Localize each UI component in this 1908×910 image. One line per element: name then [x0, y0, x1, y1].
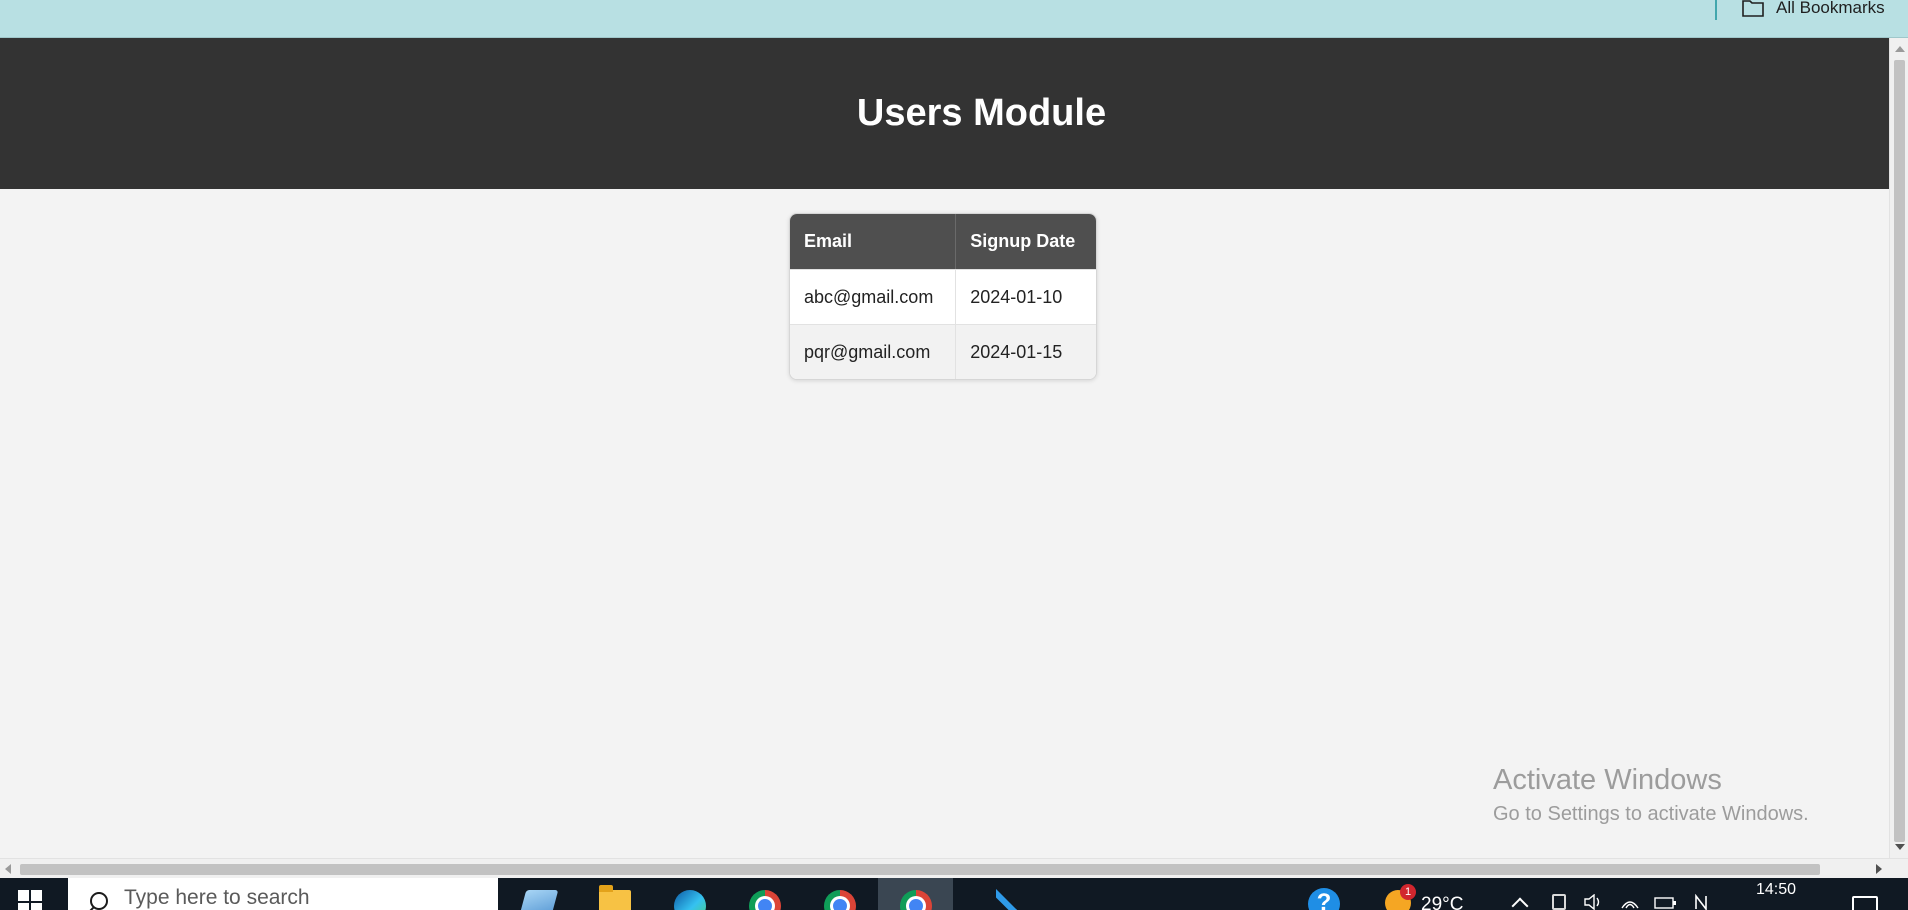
windows-logo-pane: [31, 903, 42, 910]
windows-logo-icon: [18, 890, 29, 901]
notification-center-icon[interactable]: [1852, 896, 1878, 910]
taskbar-search-box[interactable]: Type here to search: [68, 878, 498, 910]
keyboard-language-icon: [1695, 893, 1707, 910]
weather-alert-badge: 1: [1400, 884, 1416, 900]
weather-temperature: 29°C: [1421, 894, 1464, 910]
weather-widget[interactable]: 1 29°C: [1383, 882, 1463, 910]
taskbar-app-notepad[interactable]: [500, 878, 575, 910]
taskbar-search-placeholder: Type here to search: [124, 886, 310, 909]
file-explorer-icon: [599, 885, 631, 910]
table-header-row: Email Signup Date: [790, 214, 1096, 269]
scroll-left-icon[interactable]: [5, 864, 11, 874]
scroll-right-icon[interactable]: [1876, 864, 1882, 874]
weather-icon: 1: [1383, 884, 1416, 910]
horizontal-scrollbar[interactable]: [0, 858, 1908, 878]
cell-email: pqr@gmail.com: [790, 324, 956, 379]
cell-email: abc@gmail.com: [790, 269, 956, 324]
table-row: abc@gmail.com 2024-01-10: [790, 269, 1096, 324]
windows-start-button[interactable]: [18, 890, 44, 910]
page-viewport: Users Module Email Signup Date abc@gmail…: [0, 38, 1889, 858]
scroll-down-icon[interactable]: [1895, 844, 1905, 850]
wifi-icon[interactable]: [1620, 894, 1640, 910]
battery-icon[interactable]: [1654, 894, 1678, 910]
input-language-icon[interactable]: [1694, 893, 1714, 910]
chrome-icon: [900, 890, 932, 910]
show-hidden-icons-chevron-icon[interactable]: [1511, 897, 1529, 910]
vertical-scrollbar[interactable]: [1889, 38, 1908, 858]
taskbar-app-chrome-2[interactable]: [802, 878, 877, 910]
taskbar-app-vscode[interactable]: [953, 878, 1028, 910]
network-icon: [1621, 901, 1639, 909]
search-icon: [90, 892, 108, 910]
taskbar-app-file-explorer[interactable]: [577, 878, 652, 910]
watermark-title: Activate Windows: [1493, 764, 1722, 796]
chrome-icon: [749, 890, 781, 910]
taskbar-clock[interactable]: 14:50: [1756, 881, 1796, 899]
cell-signup-date: 2024-01-15: [955, 324, 1096, 379]
column-header-email: Email: [790, 214, 956, 269]
column-header-signup-date: Signup Date: [955, 214, 1096, 269]
taskbar-app-chrome-3[interactable]: [878, 878, 953, 910]
scroll-up-icon[interactable]: [1895, 46, 1905, 52]
horizontal-scroll-thumb[interactable]: [20, 864, 1820, 875]
volume-icon[interactable]: [1584, 893, 1602, 910]
activate-windows-watermark: Activate Windows Go to Settings to activ…: [1493, 764, 1809, 826]
speaker-icon: [1584, 893, 1600, 910]
all-bookmarks-label: All Bookmarks: [1776, 0, 1885, 17]
help-icon[interactable]: ?: [1308, 888, 1340, 910]
all-bookmarks-button[interactable]: All Bookmarks: [1742, 0, 1885, 20]
table-row: pqr@gmail.com 2024-01-15: [790, 324, 1096, 379]
chrome-icon: [824, 890, 856, 910]
users-table: Email Signup Date abc@gmail.com 2024-01-…: [789, 213, 1097, 380]
meet-now-icon[interactable]: [1552, 894, 1566, 910]
windows-taskbar: Type here to search ? 1 29°C 14:50: [0, 878, 1908, 910]
taskbar-app-chrome-1[interactable]: [727, 878, 802, 910]
notepad-icon: [517, 890, 559, 910]
vscode-icon: [975, 890, 1007, 910]
cell-signup-date: 2024-01-10: [955, 269, 1096, 324]
folder-icon: [1742, 0, 1764, 17]
battery-plug-icon: [1654, 897, 1676, 909]
page-header: Users Module: [0, 38, 1889, 189]
bookmarks-bar: All Bookmarks: [0, 0, 1908, 38]
watermark-subtitle: Go to Settings to activate Windows.: [1493, 803, 1809, 826]
vertical-scroll-thumb[interactable]: [1894, 60, 1905, 842]
taskbar-app-edge[interactable]: [652, 878, 727, 910]
page-title: Users Module: [856, 92, 1107, 134]
edge-icon: [674, 890, 706, 910]
windows-logo-pane: [31, 890, 42, 901]
windows-logo-pane: [18, 903, 29, 910]
bookmarks-separator: [1715, 0, 1717, 20]
